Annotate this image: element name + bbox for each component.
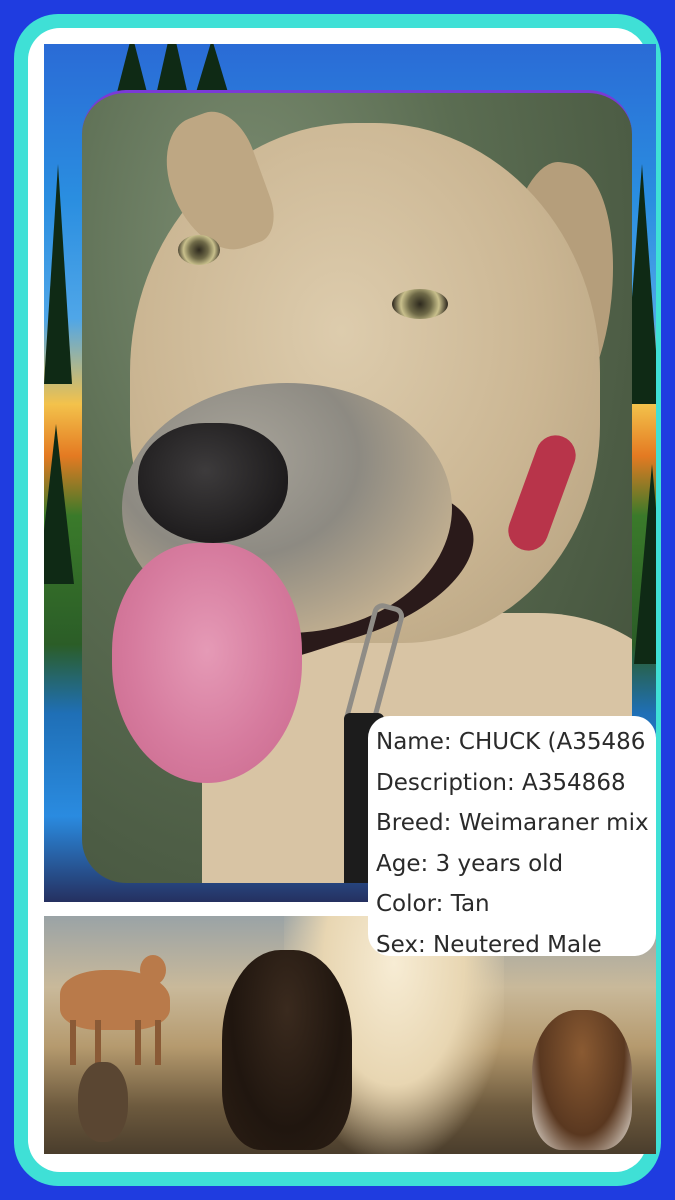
info-card: Name: CHUCK (A35486 Description: A354868… — [368, 716, 656, 956]
dog-nose — [138, 423, 288, 543]
deer-leg — [70, 1020, 76, 1065]
brown-dog-figure — [532, 1010, 632, 1150]
black-dog-figure — [222, 950, 352, 1150]
info-description: Description: A354868 — [376, 769, 626, 796]
deer-leg — [155, 1020, 161, 1065]
deer-leg — [95, 1020, 101, 1065]
otter-figure — [78, 1062, 128, 1142]
info-breed: Breed: Weimaraner mix — [376, 810, 649, 836]
deer-leg — [135, 1020, 141, 1065]
dog-eye-right — [392, 289, 448, 319]
deer-head — [140, 955, 166, 985]
info-color: Color: Tan — [376, 891, 490, 917]
info-name: Name: CHUCK (A35486 — [376, 729, 646, 755]
dog-eye-left — [178, 235, 220, 265]
info-age: Age: 3 years old — [376, 850, 564, 877]
info-sex: Sex: Neutered Male — [376, 931, 602, 957]
dog-tongue — [112, 543, 302, 783]
